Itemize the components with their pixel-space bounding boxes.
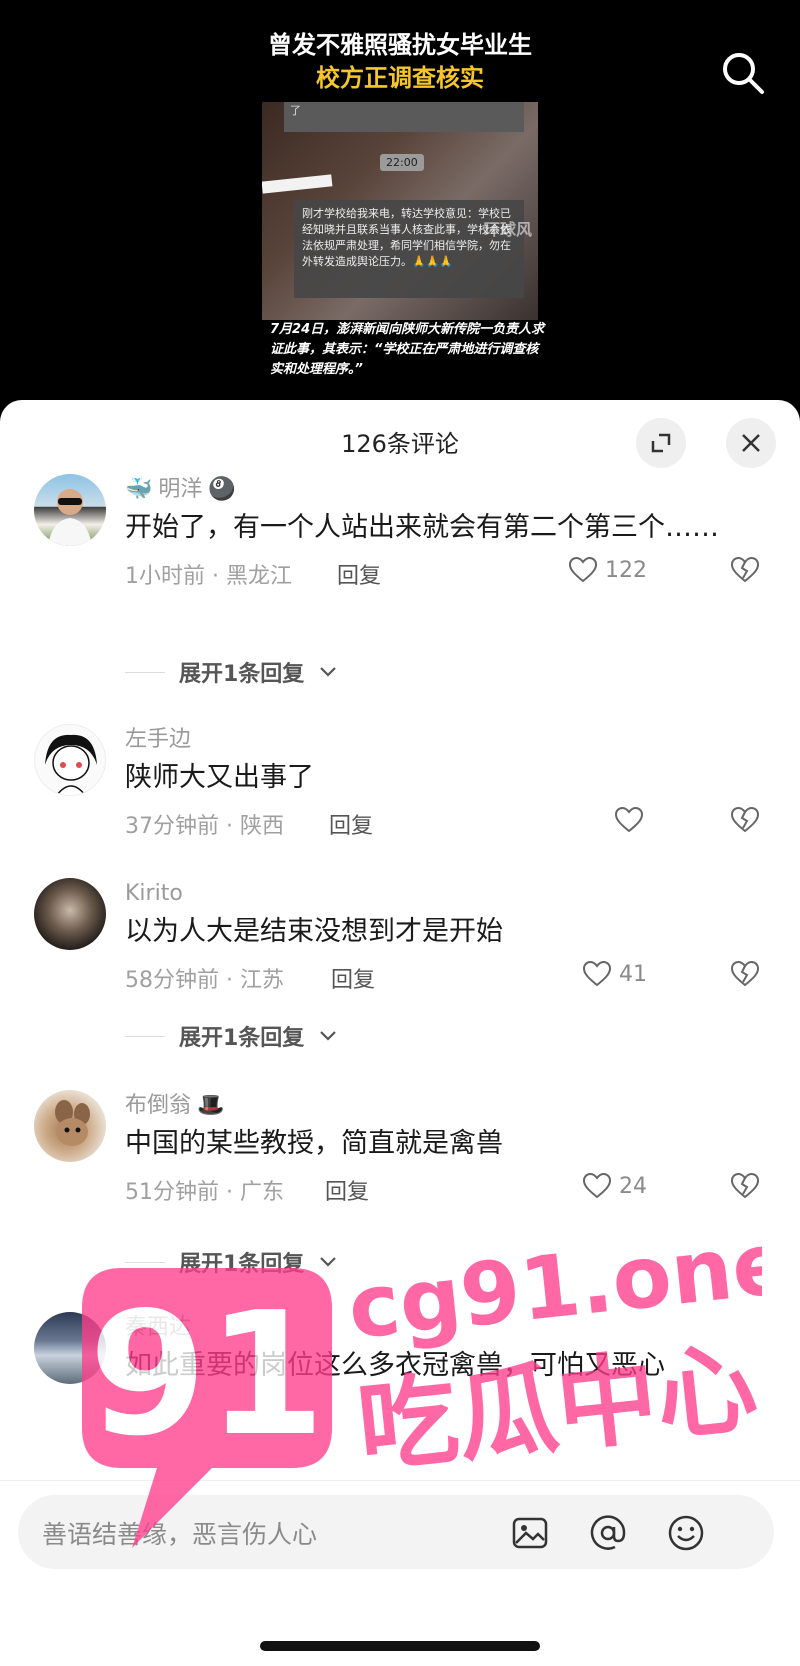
chevron-down-icon	[320, 667, 337, 677]
comment-sheet: 126条评论 🐳 明洋 🎱 开始了，有一个人站出来就会有第二个第三个…… 1小时…	[0, 400, 800, 1665]
comment-username[interactable]: 布倒翁 🎩	[125, 1090, 745, 1122]
dislike-button[interactable]	[729, 554, 761, 592]
smiley-icon	[668, 1515, 704, 1551]
comment-text: 如此重要的岗位这么多衣冠禽兽，可怕又恶心	[125, 1350, 665, 1381]
video-caption: 7月24日，澎湃新闻向陕师大新传院一负责人求证此事，其表示：“学校正在严肃地进行…	[270, 322, 545, 377]
reply-button[interactable]: 回复	[331, 962, 375, 994]
username-text: 左手边	[125, 727, 192, 752]
username-text: Kirito	[125, 881, 183, 906]
video-title-line1: 曾发不雅照骚扰女毕业生	[268, 31, 532, 59]
comment-meta: 37分钟前 · 陕西 回复	[125, 802, 760, 844]
chevron-down-icon	[320, 1257, 337, 1267]
dislike-button[interactable]	[729, 1170, 761, 1208]
mention-button[interactable]	[588, 1513, 628, 1553]
avatar[interactable]	[34, 474, 106, 546]
avatar[interactable]	[34, 1090, 106, 1162]
divider-line	[125, 1035, 165, 1037]
divider-line	[125, 671, 165, 673]
heart-icon	[614, 806, 644, 833]
search-button[interactable]	[718, 48, 768, 98]
8ball-emoji: 🎱	[208, 477, 236, 502]
like-button[interactable]: 24	[581, 1170, 647, 1202]
avatar[interactable]	[34, 724, 106, 796]
heart-icon	[582, 1172, 612, 1199]
like-button[interactable]: 41	[581, 958, 647, 990]
username-text: 布倒翁	[125, 1093, 192, 1118]
home-indicator[interactable]	[260, 1641, 540, 1651]
whale-emoji: 🐳	[125, 477, 153, 502]
video-player[interactable]: 曾发不雅照骚扰女毕业生 校方正调查核实 了 22:00 刚才学校给我来电，转达学…	[0, 0, 800, 420]
avatar[interactable]	[34, 1312, 106, 1384]
sheet-header: 126条评论	[0, 400, 800, 480]
reply-button[interactable]: 回复	[329, 808, 373, 840]
comment-time-location: 51分钟前 · 广东	[125, 1180, 284, 1205]
username-text: 秦西达	[125, 1315, 192, 1340]
chat-bubble-top: 了	[284, 102, 524, 132]
at-icon	[590, 1515, 626, 1550]
comment-input-bar: 善语结善缘，恶言伤人心	[0, 1480, 800, 1666]
reply-button[interactable]: 回复	[325, 1174, 369, 1206]
comment-meta: 51分钟前 · 广东 回复 24	[125, 1168, 760, 1210]
expand-icon	[651, 433, 671, 453]
expand-replies-button[interactable]: 展开1条回复	[125, 1246, 338, 1278]
broken-heart-icon	[730, 960, 760, 987]
comment-username[interactable]: 秦西达	[125, 1312, 745, 1344]
expand-replies-label: 展开1条回复	[179, 662, 305, 687]
like-count: 41	[619, 961, 647, 987]
dislike-button[interactable]	[729, 958, 761, 996]
comment-text: 以为人大是结束没想到才是开始	[125, 916, 503, 947]
like-button[interactable]	[613, 804, 651, 836]
chat-screenshot: 了 22:00 刚才学校给我来电，转达学校意见：学校已经知晓并且联系当事人核查此…	[262, 102, 538, 320]
comment-meta: 58分钟前 · 江苏 回复 41	[125, 956, 760, 998]
dislike-button[interactable]	[729, 804, 761, 842]
search-icon	[723, 53, 764, 94]
expand-replies-label: 展开1条回复	[179, 1252, 305, 1277]
video-title: 曾发不雅照骚扰女毕业生 校方正调查核实	[230, 28, 570, 94]
comment-username[interactable]: 🐳 明洋 🎱	[125, 474, 745, 506]
comment-input[interactable]: 善语结善缘，恶言伤人心	[18, 1495, 774, 1569]
like-count: 122	[605, 557, 647, 583]
video-title-line2: 校方正调查核实	[316, 64, 484, 92]
comment-time-location: 1小时前 · 黑龙江	[125, 564, 292, 589]
expand-sheet-button[interactable]	[636, 418, 686, 468]
top-hat-emoji: 🎩	[197, 1093, 225, 1118]
comment-username[interactable]: 左手边	[125, 724, 745, 756]
comment-text: 陕师大又出事了	[125, 762, 314, 793]
image-icon	[512, 1517, 548, 1549]
divider-line	[125, 1261, 165, 1263]
comment-time-location: 37分钟前 · 陕西	[125, 814, 284, 839]
chat-watermark: 环球风	[484, 220, 533, 239]
redaction-bar	[262, 174, 333, 194]
heart-icon	[568, 556, 598, 583]
broken-heart-icon	[730, 556, 760, 583]
chevron-down-icon	[320, 1031, 337, 1041]
chat-time: 22:00	[380, 154, 424, 171]
close-sheet-button[interactable]	[726, 418, 776, 468]
like-button[interactable]: 122	[567, 554, 647, 586]
comment-text: 中国的某些教授，简直就是禽兽	[125, 1128, 503, 1159]
comment-text: 开始了，有一个人站出来就会有第二个第三个……	[125, 512, 719, 543]
comment-username[interactable]: Kirito	[125, 878, 745, 910]
comment-time-location: 58分钟前 · 江苏	[125, 968, 284, 993]
reply-button[interactable]: 回复	[337, 558, 381, 590]
close-icon	[742, 434, 760, 452]
expand-replies-button[interactable]: 展开1条回复	[125, 656, 338, 688]
expand-replies-button[interactable]: 展开1条回复	[125, 1020, 338, 1052]
broken-heart-icon	[730, 1172, 760, 1199]
heart-icon	[582, 960, 612, 987]
comment-meta: 1小时前 · 黑龙江 回复 122	[125, 552, 760, 594]
like-count: 24	[619, 1173, 647, 1199]
image-button[interactable]	[510, 1513, 550, 1553]
broken-heart-icon	[730, 806, 760, 833]
comment-input-placeholder: 善语结善缘，恶言伤人心	[42, 1520, 318, 1549]
chat-message: 刚才学校给我来电，转达学校意见：学校已经知晓并且联系当事人核查此事，学校会依法依…	[294, 200, 524, 298]
expand-replies-label: 展开1条回复	[179, 1026, 305, 1051]
username-text: 明洋	[158, 477, 203, 502]
emoji-button[interactable]	[666, 1513, 706, 1553]
avatar[interactable]	[34, 878, 106, 950]
